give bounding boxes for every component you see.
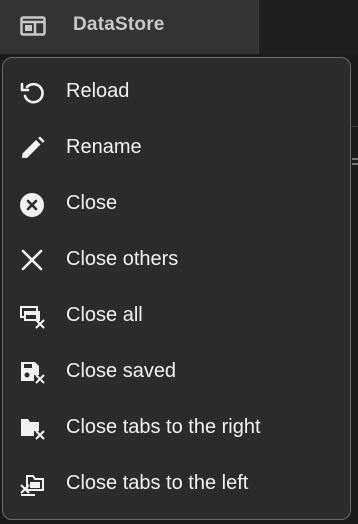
tab-context-menu: Reload Rename Close Close others Close a…	[2, 57, 351, 520]
divider	[350, 126, 358, 127]
menu-item-close-tabs-left[interactable]: Close tabs to the left	[3, 457, 350, 513]
menu-item-close-saved[interactable]: Close saved	[3, 345, 350, 401]
menu-item-label: Close saved	[66, 360, 177, 382]
tab-datastore[interactable]: DataStore	[0, 0, 259, 54]
reload-icon	[19, 80, 47, 106]
menu-item-label: Reload	[66, 80, 130, 102]
menu-item-close-tabs-right[interactable]: Close tabs to the right	[3, 401, 350, 457]
close-saved-icon	[19, 360, 47, 386]
background-glyph	[352, 158, 358, 172]
menu-item-reload[interactable]: Reload	[3, 65, 350, 121]
tab-bar-empty-area	[259, 0, 358, 54]
close-tabs-left-icon	[19, 472, 47, 498]
pencil-icon	[19, 136, 47, 162]
menu-item-close-others[interactable]: Close others	[3, 233, 350, 289]
tab-title: DataStore	[73, 14, 165, 35]
menu-item-close[interactable]: Close	[3, 177, 350, 233]
menu-item-label: Close all	[66, 304, 143, 326]
menu-item-label: Close tabs to the right	[66, 416, 261, 438]
menu-item-label: Close tabs to the left	[66, 472, 249, 494]
menu-item-label: Rename	[66, 136, 142, 158]
menu-item-rename[interactable]: Rename	[3, 121, 350, 177]
close-circle-icon	[19, 192, 47, 218]
menu-item-label: Close	[66, 192, 118, 214]
menu-item-label: Close others	[66, 248, 179, 270]
layout-panel-icon	[20, 16, 46, 36]
close-tabs-right-icon	[19, 416, 47, 442]
close-all-windows-icon	[19, 304, 47, 330]
close-x-icon	[19, 248, 47, 274]
app-window: DataStore Reload Rename Close Close othe…	[0, 0, 358, 524]
menu-item-close-all[interactable]: Close all	[3, 289, 350, 345]
